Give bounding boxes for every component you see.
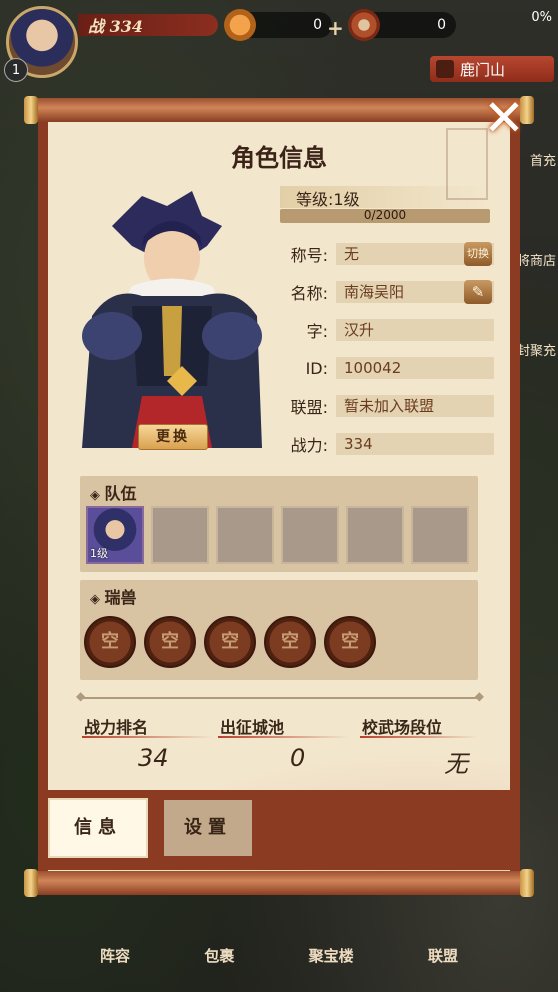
side-first-charge[interactable]: 首充 — [530, 150, 556, 169]
tab-info[interactable]: 信息 — [50, 800, 146, 856]
team-slot-2[interactable] — [151, 506, 209, 564]
info-label: 字: — [306, 322, 328, 341]
beast-slot-4[interactable]: 空 — [264, 616, 316, 668]
team-slot-3[interactable] — [216, 506, 274, 564]
ingot-resource[interactable]: 0 — [224, 9, 332, 41]
info-row-name: 名称: 南海吴阳 — [280, 280, 494, 304]
stat-underline — [82, 736, 212, 738]
coin-icon — [348, 9, 380, 41]
stat-cities-value: 0 — [290, 744, 306, 772]
info-value: 暂未加入联盟 — [336, 395, 494, 417]
info-row-title: 称号: 无 — [280, 242, 494, 266]
stat-arena-value: 无 — [444, 750, 468, 778]
beast-title: 瑞兽 — [90, 584, 137, 608]
stat-rank-title: 战力排名 — [84, 718, 149, 737]
scroll-rod-top — [24, 96, 534, 124]
add-resource-icon[interactable]: + — [327, 16, 344, 40]
beast-slot-1[interactable]: 空 — [84, 616, 136, 668]
scroll-rod-bottom — [24, 869, 534, 897]
dialog-title: 角色信息 — [231, 143, 327, 172]
pencil-icon[interactable]: ✎ — [464, 280, 492, 304]
info-row-alliance: 联盟: 暂未加入联盟 — [280, 394, 494, 418]
beast-panel: 瑞兽 空 空 空 空 空 — [80, 580, 478, 680]
info-row-power: 战力: 334 — [280, 432, 494, 456]
nav-alliance[interactable]: 联盟 — [428, 945, 458, 985]
nav-treasure[interactable]: 聚宝楼 — [309, 945, 354, 985]
exp-text: 0/2000 — [363, 208, 407, 222]
section-divider — [76, 689, 484, 703]
beast-slot-3[interactable]: 空 — [204, 616, 256, 668]
side-general-shop[interactable]: 将商店 — [517, 250, 556, 269]
info-label: 联盟: — [290, 398, 328, 417]
info-label: 战力: — [290, 436, 328, 455]
beast-slot-2[interactable]: 空 — [144, 616, 196, 668]
level-label: 等级:1级 — [296, 190, 360, 209]
location-tag[interactable]: 鹿门山 — [430, 56, 554, 82]
coin-count: 0 — [437, 17, 446, 33]
close-icon[interactable]: ✕ — [480, 93, 528, 144]
info-label: 名称: — [290, 284, 328, 303]
ingot-icon — [224, 9, 256, 41]
location-name: 鹿门山 — [460, 60, 506, 79]
info-label: 称号: — [290, 246, 328, 265]
team-slot-1[interactable]: 1级 — [86, 506, 144, 564]
power-display: 战 334 — [78, 14, 218, 36]
exp-bar: 0/2000 — [280, 208, 490, 223]
info-value: 334 — [336, 433, 494, 455]
info-row-id: ID: 100042 — [280, 356, 494, 380]
team-slot-4[interactable] — [281, 506, 339, 564]
side-recharge[interactable]: 封聚充 — [517, 340, 556, 359]
tab-settings[interactable]: 设置 — [164, 800, 252, 856]
info-label: ID: — [305, 358, 328, 378]
team-slot-level: 1级 — [90, 547, 108, 560]
coin-resource[interactable]: 0 — [348, 9, 456, 41]
info-value: 100042 — [336, 357, 494, 379]
bottom-nav: 阵容 包裹 聚宝楼 联盟 — [100, 945, 458, 985]
hero-portrait — [82, 191, 262, 448]
info-value: 汉升 — [336, 319, 494, 341]
change-hero-button[interactable]: 更换 — [138, 424, 208, 450]
nav-lineup[interactable]: 阵容 — [100, 945, 130, 985]
stat-cities-title: 出征城池 — [220, 718, 285, 737]
stat-underline — [218, 736, 348, 738]
switch-title-button[interactable]: 切换 — [464, 242, 492, 266]
nav-bag[interactable]: 包裹 — [204, 945, 234, 985]
ingot-count: 0 — [313, 17, 322, 33]
info-row-courtesy: 字: 汉升 — [280, 318, 494, 342]
team-title: 队伍 — [90, 480, 137, 504]
battery-indicator: 0% — [531, 10, 552, 25]
player-level-badge: 1 — [4, 58, 28, 82]
beast-slot-5[interactable]: 空 — [324, 616, 376, 668]
team-slot-6[interactable] — [411, 506, 469, 564]
team-panel: 队伍 1级 — [80, 476, 478, 572]
top-hud: 1 战 334 0 + 0 0% 鹿门山 — [0, 0, 558, 90]
stat-arena-title: 校武场段位 — [362, 718, 443, 737]
stat-underline — [360, 736, 478, 738]
location-flag-icon — [436, 60, 454, 78]
stat-rank-value: 34 — [138, 744, 169, 772]
team-slot-5[interactable] — [346, 506, 404, 564]
